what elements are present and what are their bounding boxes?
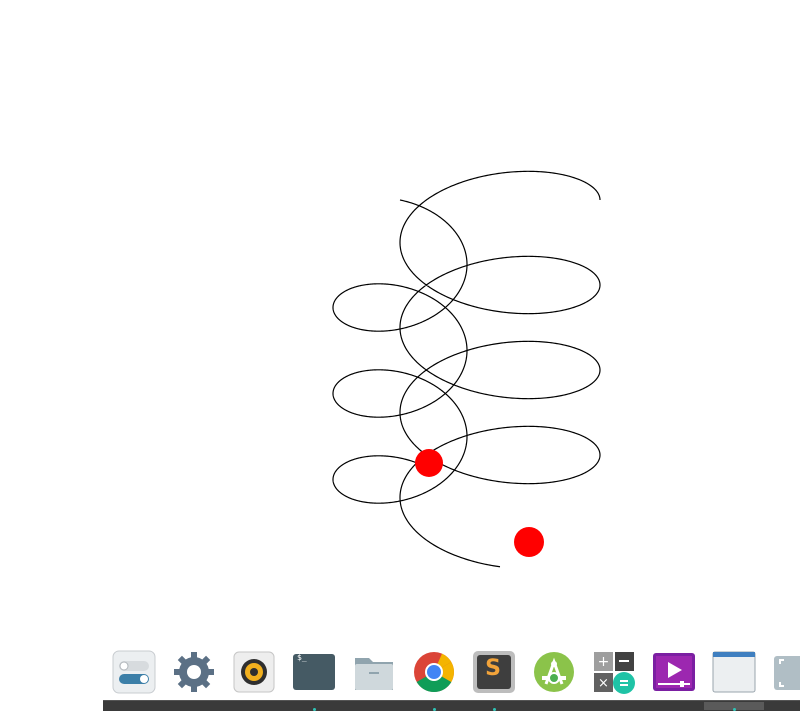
terminal-prompt-text: $_	[297, 653, 307, 662]
sublime-text-icon[interactable]: S	[472, 650, 516, 694]
android-studio-icon[interactable]	[532, 650, 576, 694]
svg-text:+: +	[598, 654, 610, 670]
terminal-icon[interactable]: $_	[292, 650, 336, 694]
dock-bar	[103, 700, 800, 711]
svg-text:×: ×	[598, 676, 609, 691]
outer-spiral-curve	[399, 170, 601, 568]
screenshot-icon[interactable]	[772, 650, 800, 694]
chrome-icon[interactable]	[412, 650, 456, 694]
spirograph-canvas	[332, 170, 601, 568]
outer-dot	[514, 527, 544, 557]
rhythmbox-icon[interactable]	[232, 650, 276, 694]
settings-icon[interactable]	[172, 650, 216, 694]
tweaks-icon[interactable]	[112, 650, 156, 694]
files-icon[interactable]	[352, 650, 396, 694]
dock: $_ S + ×	[0, 642, 800, 711]
calculator-icon[interactable]: + ×	[592, 650, 636, 694]
video-player-icon[interactable]	[652, 650, 696, 694]
sublime-letter: S	[485, 656, 501, 681]
window-icon[interactable]	[712, 650, 756, 694]
inner-dot	[415, 449, 443, 477]
